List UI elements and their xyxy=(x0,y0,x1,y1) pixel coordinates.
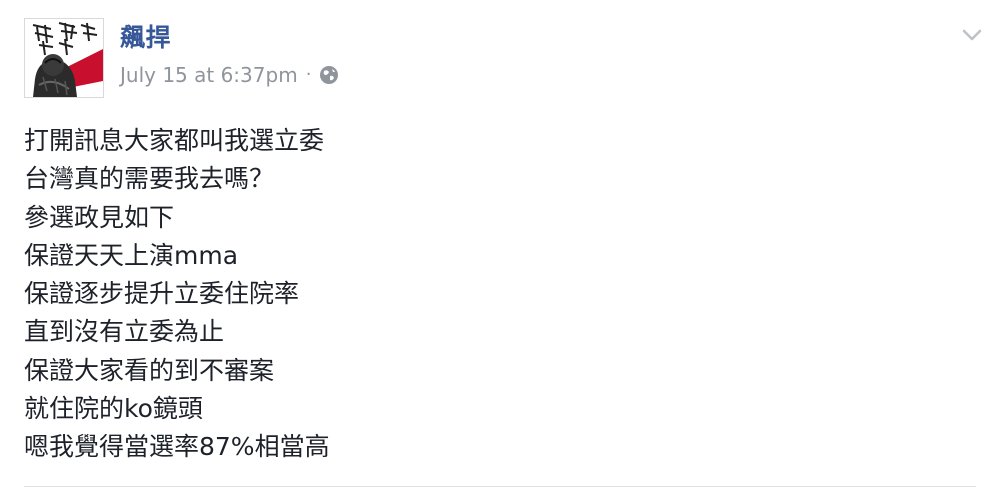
meta-separator: · xyxy=(305,64,312,85)
post-text-line: 保證天天上演mma xyxy=(24,240,239,270)
post-text-line: 直到沒有立委為止 xyxy=(24,317,225,347)
post-meta: July 15 at 6:37pm · xyxy=(120,62,339,88)
post-divider xyxy=(24,486,976,487)
post-text-line: 嗯我覺得當選率87%相當高 xyxy=(24,432,330,462)
post-text-line: 台灣真的需要我去嗎？ xyxy=(24,164,275,194)
post-text-line: 參選政見如下 xyxy=(24,202,175,232)
post-text-line: 保證大家看的到不審案 xyxy=(24,355,275,385)
author-name[interactable]: 飆捍 xyxy=(120,22,171,54)
globe-icon[interactable] xyxy=(319,65,339,85)
post-timestamp[interactable]: July 15 at 6:37pm xyxy=(120,62,298,88)
avatar-image xyxy=(25,19,103,97)
post-text-line: 保證逐步提升立委住院率 xyxy=(24,279,300,309)
avatar[interactable] xyxy=(24,18,104,98)
post-text-line: 打開訊息大家都叫我選立委 xyxy=(24,126,325,155)
post-header: 飆捍 July 15 at 6:37pm · xyxy=(24,18,984,100)
facebook-post: 飆捍 July 15 at 6:37pm · 打開訊息大家都叫我選立委 台灣真的… xyxy=(0,0,1000,490)
post-body: 打開訊息大家都叫我選立委 台灣真的需要我去嗎？ 參選政見如下 保證天天上演mma… xyxy=(24,122,964,467)
chevron-down-icon[interactable] xyxy=(956,22,988,48)
post-text-line: 就住院的ko鏡頭 xyxy=(24,394,203,424)
